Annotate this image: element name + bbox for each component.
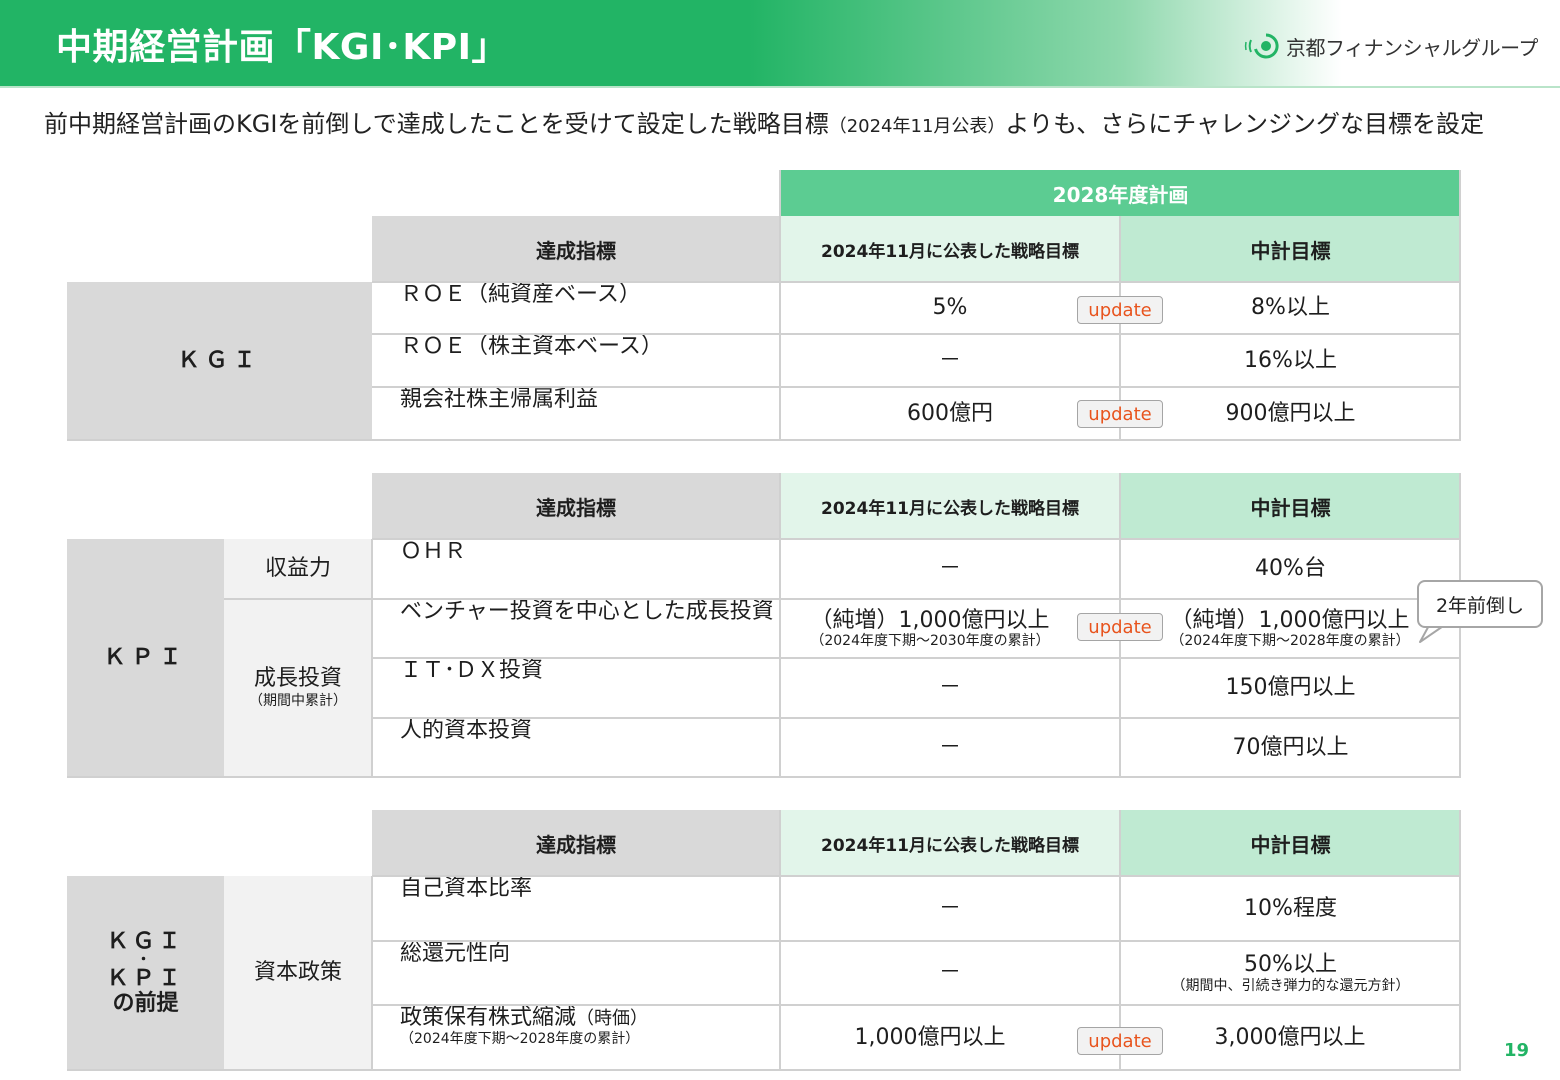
kgi-col-indicator: 達成指標 <box>372 216 780 282</box>
kpi-row-4-midterm: 70億円以上 <box>1232 734 1349 760</box>
kpi-row-1-midterm: 40%台 <box>1255 556 1326 582</box>
kpi-row-1-strategic: － <box>938 556 961 582</box>
table-rule <box>372 386 1461 388</box>
kpi-col-midterm: 中計目標 <box>1120 473 1461 539</box>
kpi-row-2-strategic: （純増）1,000億円以上 （2024年度下期～2030年度の累計） <box>780 599 1080 658</box>
premise-category: 資本政策 <box>224 876 372 1070</box>
kpi-row-4-strategic: － <box>938 734 961 760</box>
kpi-category-growth-label: 成長投資 <box>253 666 342 692</box>
table-rule <box>372 1004 1461 1006</box>
subtitle-main: 前中期経営計画のKGIを前倒しで達成したことを受けて設定した戦略目標 <box>44 110 829 138</box>
kgi-row-3-strategic: 600億円 <box>907 400 993 426</box>
table-rule <box>372 717 1461 719</box>
kpi-row-label: ＫＰＩ <box>67 539 224 777</box>
premise-col-indicator: 達成指標 <box>372 810 780 876</box>
header-divider <box>0 86 1560 88</box>
premise-row-1-strategic: － <box>938 895 961 921</box>
premise-row-2-midterm-sub: （期間中、引続き弾力的な還元方針） <box>1171 977 1410 994</box>
kgi-row-2-indicator: ＲＯＥ（株主資本ベース） <box>400 334 663 359</box>
premise-label-kgi: ＫＧＩ <box>106 929 185 955</box>
premise-row-3-midterm: 3,000億円以上 <box>1214 1024 1366 1050</box>
kpi-row-3-midterm: 150億円以上 <box>1225 675 1356 701</box>
table-rule <box>779 810 781 1070</box>
premise-row-1-midterm: 10%程度 <box>1244 895 1337 921</box>
kpi-row-1-indicator: ＯＨＲ <box>400 539 467 564</box>
page-title: 中期経営計画「KGI･KPI」 <box>56 27 509 68</box>
table-rule <box>371 876 373 1070</box>
kpi-category-growth: 成長投資 （期間中累計） <box>224 599 372 777</box>
kpi-col-strategic: 2024年11月に公表した戦略目標 <box>780 473 1120 539</box>
premise-row-3-indicator-text: 政策保有株式縮減 <box>400 1005 577 1030</box>
kpi-row-2-midterm: （純増）1,000億円以上 （2024年度下期～2028年度の累計） <box>1160 599 1420 658</box>
kgi-row-3-midterm: 900億円以上 <box>1225 400 1356 426</box>
premise-label-tail: の前提 <box>112 991 179 1017</box>
premise-row-label: ＫＧＩ ・ ＫＰＩ の前提 <box>67 876 224 1070</box>
table-rule <box>1459 170 1461 440</box>
kpi-col-indicator: 達成指標 <box>372 473 780 539</box>
premise-row-3-indicator-main: 政策保有株式縮減（時価） <box>400 1005 648 1031</box>
premise-label-kpi: ＫＰＩ <box>106 965 185 991</box>
premise-row-3-strategic: 1,000億円以上 <box>854 1024 1006 1050</box>
kpi-row-2-strategic-value: （純増）1,000億円以上 <box>810 607 1050 633</box>
premise-row-2-strategic: － <box>938 960 961 986</box>
table-rule <box>67 439 1461 441</box>
kgi-col-strategic: 2024年11月に公表した戦略目標 <box>780 216 1120 282</box>
table-rule <box>779 473 781 777</box>
page-subtitle: 前中期経営計画のKGIを前倒しで達成したことを受けて設定した戦略目標（2024年… <box>44 104 1484 139</box>
plan-header: 2028年度計画 <box>780 170 1461 216</box>
kpi-row-3-strategic: － <box>938 675 961 701</box>
table-rule <box>1459 810 1461 1070</box>
premise-row-2-indicator: 総還元性向 <box>400 941 511 966</box>
logo-mark-icon <box>1244 33 1279 59</box>
table-rule <box>372 333 1461 335</box>
kpi-row-2-midterm-value: （純増）1,000億円以上 <box>1170 607 1410 633</box>
advance-callout: 2年前倒し <box>1417 580 1543 628</box>
table-rule <box>779 170 781 440</box>
kpi-category-growth-sub: （期間中累計） <box>249 692 347 709</box>
kpi-row-4-indicator: 人的資本投資 <box>400 718 533 743</box>
subtitle-tail: よりも、さらにチャレンジングな目標を設定 <box>1005 110 1484 138</box>
premise-col-strategic: 2024年11月に公表した戦略目標 <box>780 810 1120 876</box>
kgi-row-1-midterm: 8%以上 <box>1251 295 1330 321</box>
table-rule <box>224 598 1461 600</box>
subtitle-paren: （2024年11月公表） <box>828 116 1006 137</box>
premise-row-3-indicator: 政策保有株式縮減（時価） （2024年度下期～2028年度の累計） <box>372 1005 780 1070</box>
table-rule <box>372 940 1461 942</box>
update-badge: update <box>1077 296 1163 324</box>
update-badge: update <box>1077 613 1163 641</box>
kpi-category-earnings: 収益力 <box>224 539 372 599</box>
table-rule <box>372 657 1461 659</box>
table-rule <box>372 281 1461 283</box>
premise-col-midterm: 中計目標 <box>1120 810 1461 876</box>
kpi-row-2-midterm-sub: （2024年度下期～2028年度の累計） <box>1170 633 1410 650</box>
premise-row-3-indicator-sub: （2024年度下期～2028年度の累計） <box>400 1031 640 1048</box>
page-number: 19 <box>1504 1040 1530 1061</box>
kgi-row-label: ＫＧＩ <box>67 282 372 440</box>
table-rule <box>67 1069 1461 1071</box>
update-badge: update <box>1077 1027 1163 1055</box>
kgi-row-3-indicator: 親会社株主帰属利益 <box>400 387 599 412</box>
logo-text: 京都フィナンシャルグループ <box>1286 35 1538 60</box>
kgi-col-midterm: 中計目標 <box>1120 216 1461 282</box>
premise-row-2-midterm-value: 50%以上 <box>1244 952 1337 978</box>
kpi-row-2-strategic-sub: （2024年度下期～2030年度の累計） <box>810 633 1050 650</box>
kgi-row-1-strategic: 5% <box>932 295 968 321</box>
kgi-row-2-strategic: － <box>938 347 961 373</box>
table-rule <box>67 776 1461 778</box>
premise-row-1-indicator: 自己資本比率 <box>400 876 533 901</box>
company-logo: 京都フィナンシャルグループ <box>1244 30 1538 62</box>
update-badge: update <box>1077 400 1163 428</box>
table-rule <box>371 539 373 777</box>
table-rule <box>372 538 1461 540</box>
premise-label-dot: ・ <box>136 951 155 968</box>
kpi-row-3-indicator: ＩＴ･ＤＸ投資 <box>400 658 544 683</box>
premise-row-3-indicator-suffix: （時価） <box>576 1008 649 1029</box>
table-rule <box>372 875 1461 877</box>
kgi-row-2-midterm: 16%以上 <box>1244 347 1337 373</box>
kpi-row-2-indicator: ベンチャー投資を中心とした成長投資 <box>400 599 774 624</box>
kgi-row-1-indicator: ＲＯＥ（純資産ベース） <box>400 282 641 307</box>
premise-row-2-midterm: 50%以上 （期間中、引続き弾力的な還元方針） <box>1120 941 1461 1005</box>
